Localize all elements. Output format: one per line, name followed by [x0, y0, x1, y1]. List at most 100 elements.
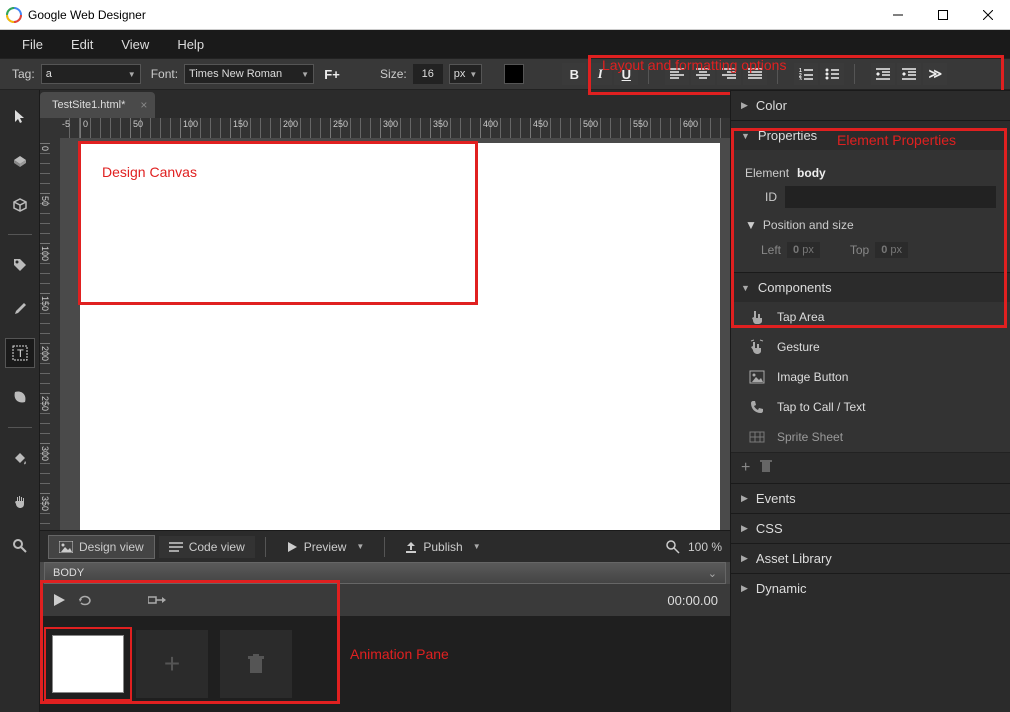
ruler-mark: 600	[680, 118, 730, 138]
close-icon[interactable]: ×	[140, 98, 147, 112]
add-component-button[interactable]: +	[741, 459, 750, 477]
timeline-bar: 00:00.00	[40, 584, 730, 616]
panel-asset-library[interactable]: ▶Asset Library	[731, 543, 1010, 573]
options-bar: Tag: a▼ Font: Times New Roman▼ F+ Size: …	[0, 58, 1010, 90]
menu-view[interactable]: View	[107, 33, 163, 56]
list-group: 123	[794, 63, 844, 85]
preview-button[interactable]: Preview ▼	[276, 536, 375, 558]
italic-button[interactable]: I	[588, 63, 612, 85]
zoom-value[interactable]: 100 %	[688, 540, 722, 554]
panel-css-label: CSS	[756, 521, 783, 536]
component-item[interactable]: Tap Area	[731, 302, 1010, 332]
chevron-down-icon: ▼	[469, 70, 477, 79]
shape-tool[interactable]	[6, 383, 34, 411]
design-canvas[interactable]	[80, 143, 720, 530]
hand-tool[interactable]	[6, 488, 34, 516]
component-item[interactable]: Sprite Sheet	[731, 422, 1010, 452]
position-size-label: Position and size	[763, 218, 854, 232]
align-left-button[interactable]	[665, 63, 689, 85]
preview-label: Preview	[304, 540, 347, 554]
top-label: Top	[850, 243, 869, 257]
publish-button[interactable]: Publish ▼	[395, 536, 490, 558]
pen-tool[interactable]	[6, 295, 34, 323]
underline-button[interactable]: U	[614, 63, 638, 85]
component-item[interactable]: Image Button	[731, 362, 1010, 392]
tap-area-icon	[749, 309, 765, 325]
paint-tool[interactable]	[6, 444, 34, 472]
panel-color[interactable]: ▶Color	[731, 90, 1010, 120]
text-tool[interactable]: T	[6, 339, 34, 367]
component-item[interactable]: Gesture	[731, 332, 1010, 362]
zoom-icon[interactable]	[666, 540, 680, 554]
ordered-list-button[interactable]: 123	[794, 63, 818, 85]
overflow-button[interactable]: ≫	[923, 63, 947, 85]
ruler-mark: 350	[40, 493, 50, 530]
size-label: Size:	[380, 67, 407, 81]
add-font-button[interactable]: F+	[320, 63, 344, 85]
left-input[interactable]: 0 px	[787, 242, 820, 258]
align-center-button[interactable]	[691, 63, 715, 85]
unordered-list-button[interactable]	[820, 63, 844, 85]
top-input[interactable]: 0 px	[875, 242, 908, 258]
chevron-down-icon: ▼	[473, 542, 481, 551]
align-right-button[interactable]	[717, 63, 741, 85]
outdent-button[interactable]	[871, 63, 895, 85]
panel-dynamic[interactable]: ▶Dynamic	[731, 573, 1010, 603]
ruler-mark: 400	[480, 118, 530, 138]
delete-keyframe-button[interactable]	[220, 630, 292, 698]
size-input[interactable]	[413, 64, 443, 84]
gesture-icon	[749, 339, 765, 355]
delete-component-button[interactable]	[760, 459, 772, 477]
chevron-down-icon: ▼	[741, 283, 750, 293]
code-view-button[interactable]: Code view	[159, 536, 255, 558]
font-select[interactable]: Times New Roman ▼	[184, 64, 314, 84]
image-icon	[59, 541, 73, 553]
tag-select[interactable]: a▼	[41, 64, 141, 84]
tag-tool[interactable]	[6, 251, 34, 279]
align-justify-button[interactable]	[743, 63, 767, 85]
document-tab[interactable]: TestSite1.html* ×	[40, 92, 155, 118]
easing-icon[interactable]	[148, 594, 166, 606]
panel-components-label: Components	[758, 280, 832, 295]
3d-translate-tool[interactable]	[6, 190, 34, 218]
font-value: Times New Roman	[189, 68, 282, 80]
chevron-down-icon: ▼	[301, 70, 309, 79]
add-keyframe-button[interactable]: +	[136, 630, 208, 698]
publish-label: Publish	[423, 540, 462, 554]
panel-components[interactable]: ▼ Components	[731, 272, 1010, 302]
panel-properties[interactable]: ▼Properties	[731, 120, 1010, 150]
maximize-button[interactable]	[920, 0, 965, 30]
main-area: T TestSite1.html* × -5 0 50 100 150 200 …	[0, 90, 1010, 712]
size-unit-select[interactable]: px▼	[449, 64, 483, 84]
loop-icon[interactable]	[78, 594, 94, 606]
menu-help[interactable]: Help	[163, 33, 218, 56]
selection-tool[interactable]	[6, 102, 34, 130]
design-view-button[interactable]: Design view	[48, 535, 155, 559]
play-icon[interactable]	[52, 593, 66, 607]
indent-button[interactable]	[897, 63, 921, 85]
id-input[interactable]	[785, 186, 996, 208]
keyframe-thumbnail[interactable]	[52, 635, 124, 693]
panel-css[interactable]: ▶CSS	[731, 513, 1010, 543]
menu-edit[interactable]: Edit	[57, 33, 107, 56]
breadcrumb-bar[interactable]: BODY ⌄	[44, 562, 726, 584]
component-item[interactable]: Tap to Call / Text	[731, 392, 1010, 422]
ruler-mark: 300	[40, 443, 50, 493]
position-size-header[interactable]: ▼Position and size	[745, 218, 996, 232]
text-color-swatch[interactable]	[504, 64, 524, 84]
menu-bar: File Edit View Help	[0, 30, 1010, 58]
ruler-mark: 150	[230, 118, 280, 138]
3d-rotate-tool[interactable]	[6, 146, 34, 174]
zoom-tool[interactable]	[6, 532, 34, 560]
collapse-icon[interactable]: ⌄	[708, 567, 717, 580]
component-label: Image Button	[777, 370, 848, 384]
minimize-button[interactable]	[875, 0, 920, 30]
bold-button[interactable]: B	[562, 63, 586, 85]
close-button[interactable]	[965, 0, 1010, 30]
sprite-icon	[749, 429, 765, 445]
panel-events[interactable]: ▶Events	[731, 483, 1010, 513]
menu-file[interactable]: File	[8, 33, 57, 56]
svg-text:T: T	[17, 348, 24, 360]
ruler-mark: 200	[40, 343, 50, 393]
panel-color-label: Color	[756, 98, 787, 113]
